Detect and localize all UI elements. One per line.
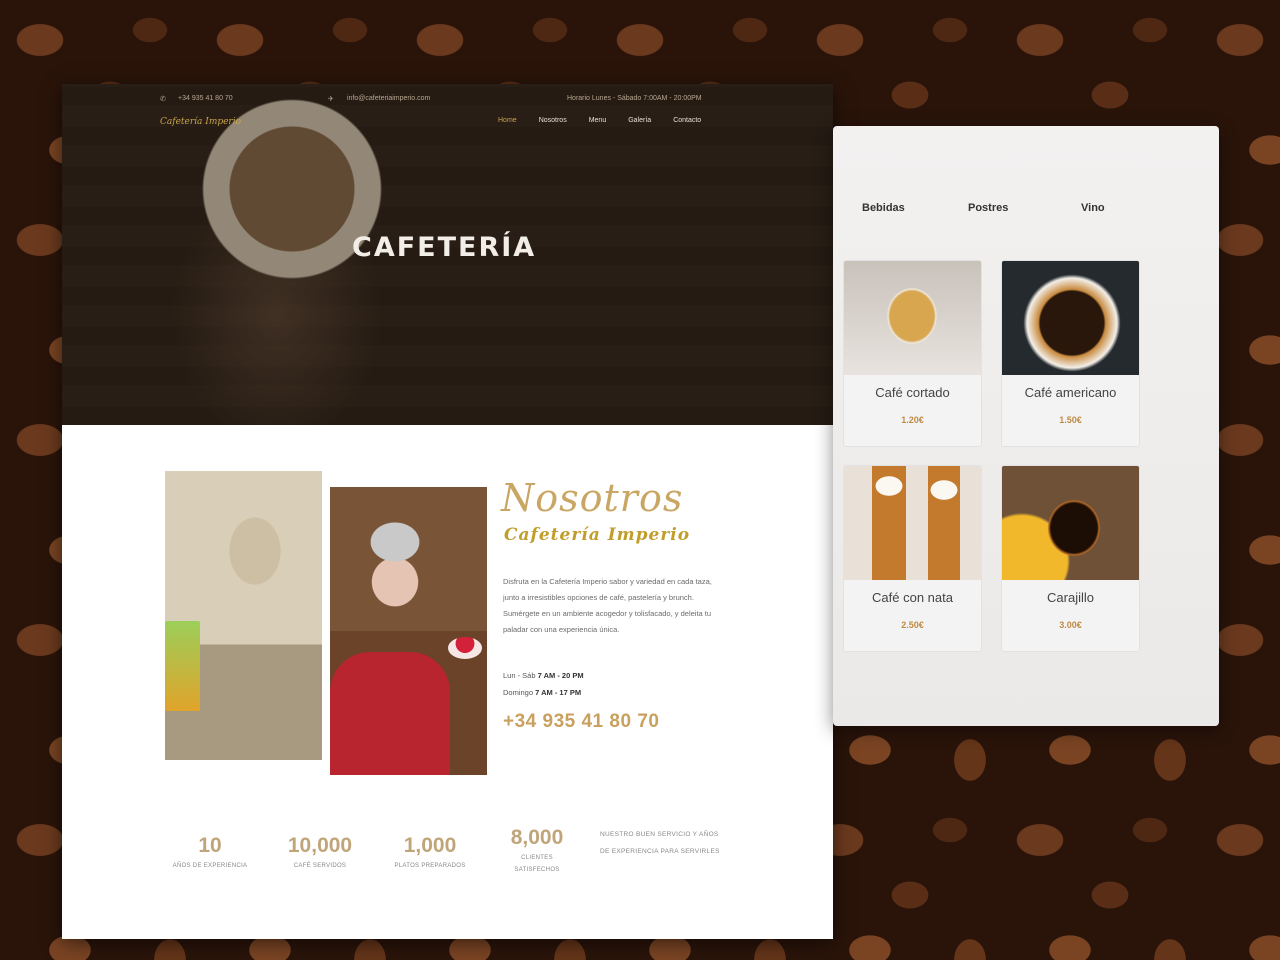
stat-clients: 8,000 CLIENTES SATISFECHOS (498, 826, 576, 876)
stat-years: 10 AÑOS DE EXPERIENCIA (160, 834, 260, 872)
stat-label: CLIENTES SATISFECHOS (514, 855, 560, 873)
stat-note: NUESTRO BUEN SERVICIO Y AÑOS DE EXPERIEN… (600, 831, 720, 855)
stat-label: AÑOS DE EXPERIENCIA (172, 863, 248, 869)
menu-item-price: 2.50€ (901, 620, 924, 630)
stat-number: 1,000 (403, 834, 457, 857)
hero-title: CAFETERÍA (352, 232, 537, 263)
bust-photo (165, 471, 322, 760)
nav-contacto[interactable]: Contacto (673, 117, 701, 124)
email-icon: ✈ (328, 96, 334, 103)
site-logo[interactable]: Cafetería Imperio (160, 117, 241, 127)
cafe-cortado-image (844, 261, 981, 375)
about-phone[interactable]: +34 935 41 80 70 (503, 711, 659, 733)
menu-item-name: Café con nata (872, 590, 953, 605)
menu-item-price: 3.00€ (1059, 620, 1082, 630)
stat-number: 10 (198, 834, 222, 857)
stat-number: 10,000 (287, 834, 353, 857)
menu-item-cafe-americano[interactable]: Café americano 1.50€ (1001, 260, 1140, 447)
customer-photo (330, 487, 487, 775)
cocktail-glass (165, 621, 200, 711)
stat-label: PLATOS PREPARADOS (394, 863, 466, 869)
hero-banner: ✆ +34 935 41 80 70 ✈ info@cafeteriaimper… (62, 84, 833, 425)
main-nav: Home Nosotros Menu Galería Contacto (498, 117, 701, 124)
tab-bebidas[interactable]: Bebidas (862, 202, 905, 214)
hours-sunday-value: 7 AM - 17 PM (535, 688, 582, 697)
navbar: Cafetería Imperio Home Nosotros Menu Gal… (62, 114, 833, 134)
menu-item-price: 1.50€ (1059, 415, 1082, 425)
nav-home[interactable]: Home (498, 117, 517, 124)
stat-coffee: 10,000 CAFÉ SERVIDOS (270, 834, 370, 872)
carajillo-image (1002, 466, 1139, 580)
cafe-con-nata-image (844, 466, 981, 580)
nav-menu[interactable]: Menu (589, 117, 607, 124)
tab-postres[interactable]: Postres (968, 202, 1008, 214)
cake-slice (448, 637, 482, 659)
menu-item-name: Carajillo (1047, 590, 1094, 605)
about-body: Disfruta en la Cafetería Imperio sabor y… (503, 577, 712, 634)
top-info-bar: ✆ +34 935 41 80 70 ✈ info@cafeteriaimper… (62, 84, 833, 114)
menu-item-carajillo[interactable]: Carajillo 3.00€ (1001, 465, 1140, 652)
topbar-email[interactable]: info@cafeteriaimperio.com (347, 95, 430, 102)
hours-weekday-value: 7 AM - 20 PM (537, 671, 584, 680)
hours-weekday: Lun - Sáb 7 AM - 20 PM (503, 671, 584, 680)
topbar-hours: Horario Lunes - Sábado 7:00AM - 20:00PM (567, 95, 702, 102)
menu-item-price: 1.20€ (901, 415, 924, 425)
menu-item-name: Café americano (1024, 385, 1117, 400)
hours-sunday-label: Domingo (503, 688, 534, 697)
hours-sunday: Domingo 7 AM - 17 PM (503, 688, 581, 697)
nav-nosotros[interactable]: Nosotros (539, 117, 567, 124)
hours-weekday-label: Lun - Sáb (503, 671, 536, 680)
tab-vino[interactable]: Vino (1081, 202, 1105, 214)
stat-dishes: 1,000 PLATOS PREPARADOS (380, 834, 480, 872)
stat-label: CAFÉ SERVIDOS (293, 863, 347, 869)
topbar-phone[interactable]: +34 935 41 80 70 (178, 95, 233, 102)
customer-figure (330, 652, 450, 775)
phone-icon: ✆ (160, 96, 166, 103)
menu-item-cafe-cortado[interactable]: Café cortado 1.20€ (843, 260, 982, 447)
menu-item-cafe-con-nata[interactable]: Café con nata 2.50€ (843, 465, 982, 652)
cafe-americano-image (1002, 261, 1139, 375)
menu-preview: Bebidas Postres Vino Café cortado 1.20€ … (833, 126, 1219, 726)
about-title: Nosotros (501, 476, 684, 520)
stat-number: 8,000 (510, 826, 564, 849)
menu-item-name: Café cortado (875, 385, 950, 400)
about-subtitle: Cafetería Imperio (504, 525, 691, 545)
website-preview: ✆ +34 935 41 80 70 ✈ info@cafeteriaimper… (62, 84, 833, 939)
nav-galeria[interactable]: Galería (628, 117, 651, 124)
